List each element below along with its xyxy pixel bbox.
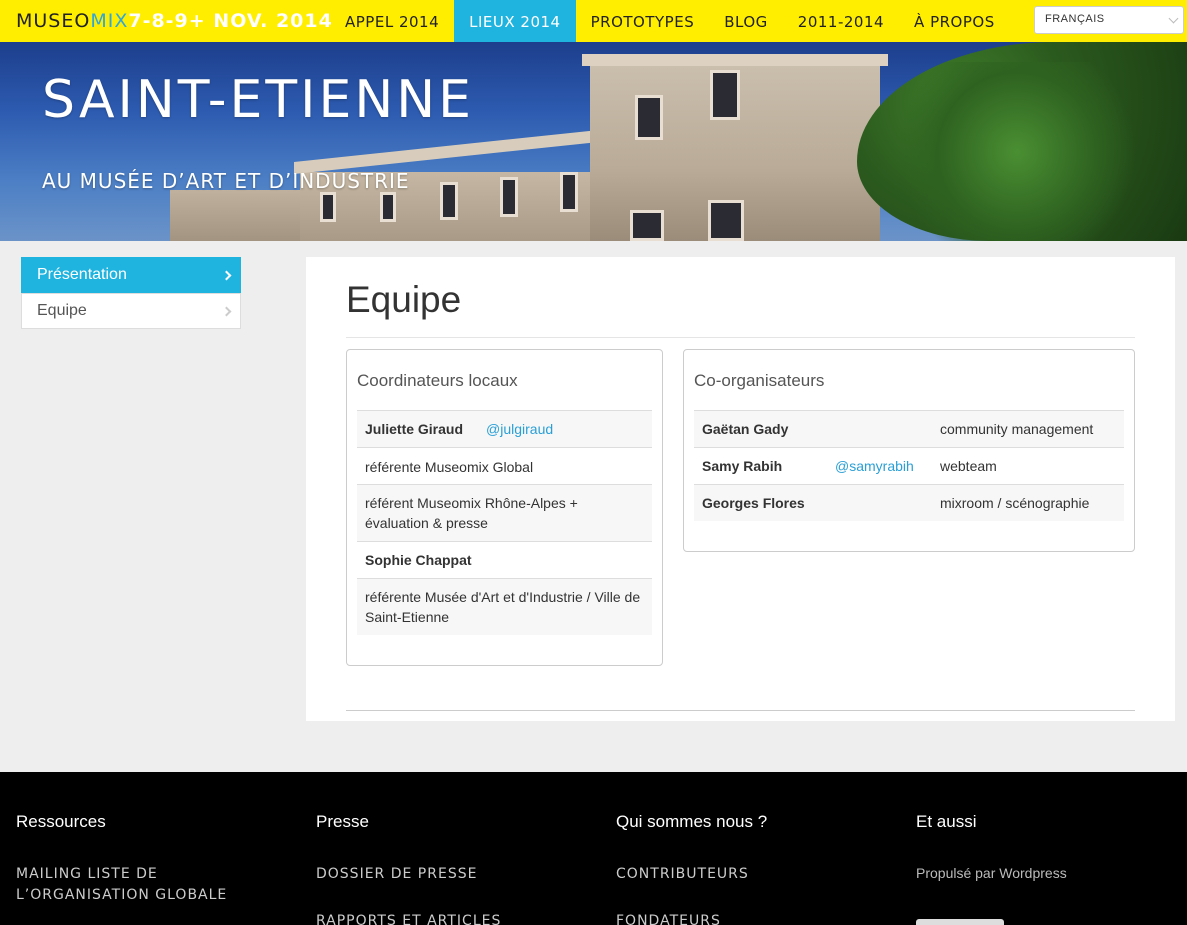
role-text: référente Musée d'Art et d'Industrie / V… (365, 589, 641, 625)
person-name: Gaëtan Gady (702, 421, 789, 437)
role-text: référent Museomix Rhône-Alpes + évaluati… (365, 495, 578, 531)
nav-blog[interactable]: BLOG (709, 0, 783, 42)
hero-subtitle: AU MUSÉE D’ART ET D’INDUSTRIE (42, 169, 410, 193)
chevron-right-icon (221, 306, 232, 317)
chevron-right-icon (221, 270, 232, 281)
divider (346, 337, 1135, 338)
role-text: community management (940, 421, 1094, 437)
footer-link-contributeurs[interactable]: CONTRIBUTEURS (616, 864, 876, 885)
footer-link-rapports[interactable]: RAPPORTS ET ARTICLES (316, 913, 576, 925)
chevron-down-icon (1168, 13, 1179, 24)
logo-dates: 7-8-9+ NOV. 2014 (128, 10, 333, 32)
sidebar-item-label: Equipe (37, 302, 87, 319)
footer-column-presse: Presse DOSSIER DE PRESSE RAPPORTS ET ART… (316, 812, 576, 925)
person-name: Sophie Chappat (365, 552, 472, 568)
coorganizers-table: Gaëtan Gady community management Samy Ra… (694, 410, 1124, 521)
sidebar-item-label: Présentation (37, 266, 127, 283)
hero-title: SAINT-ETIENNE (42, 70, 474, 130)
table-row: référent Museomix Rhône-Alpes + évaluati… (357, 484, 652, 541)
person-name: Samy Rabih (702, 458, 783, 474)
table-row: référente Museomix Global (357, 447, 652, 484)
site-footer: Ressources MAILING LISTE DE L’ORGANISATI… (0, 772, 1187, 925)
table-row: Samy Rabih @samyrabih webteam (694, 447, 1124, 484)
table-row: Gaëtan Gady community management (694, 410, 1124, 447)
footer-link-dossier-presse[interactable]: DOSSIER DE PRESSE (316, 864, 576, 885)
coordinators-panel: Coordinateurs locaux Juliette Giraud @ju… (346, 349, 663, 666)
panel-title: Coordinateurs locaux (357, 371, 518, 390)
person-name: Georges Flores (702, 495, 805, 511)
table-row: Georges Flores mixroom / scénographie (694, 484, 1124, 521)
page-title: Equipe (346, 279, 462, 320)
role-text: webteam (940, 458, 997, 474)
sidebar-item-equipe[interactable]: Equipe (21, 293, 241, 329)
footer-link-mailing-list[interactable]: MAILING LISTE DE L’ORGANISATION GLOBALE (16, 864, 276, 906)
main-nav: APPEL 2014 LIEUX 2014 PROTOTYPES BLOG 20… (330, 0, 1010, 42)
footer-column-et-aussi: Et aussi Propulsé par Wordpress (916, 812, 1176, 925)
footer-link-fondateurs[interactable]: FONDATEURS (616, 913, 876, 925)
role-text: référente Museomix Global (365, 459, 534, 475)
logo-museo: MUSEO (16, 10, 91, 32)
nav-lieux-2014[interactable]: LIEUX 2014 (454, 0, 576, 42)
logo-mix: MIX (90, 10, 129, 32)
site-logo[interactable]: MUSEO MIX 7-8-9+ NOV. 2014 (16, 10, 333, 32)
footer-heading: Et aussi (916, 812, 977, 831)
twitter-handle-link[interactable]: @julgiraud (486, 421, 553, 437)
language-select-value: FRANÇAIS (1045, 13, 1105, 25)
divider (346, 710, 1135, 711)
table-row: Juliette Giraud @julgiraud (357, 410, 652, 447)
role-text: mixroom / scénographie (940, 495, 1090, 511)
footer-column-ressources: Ressources MAILING LISTE DE L’ORGANISATI… (16, 812, 276, 906)
coordinators-table: Juliette Giraud @julgiraud référente Mus… (357, 410, 652, 635)
person-name: Juliette Giraud (365, 421, 464, 437)
nav-appel-2014[interactable]: APPEL 2014 (330, 0, 454, 42)
footer-column-qui-sommes-nous: Qui sommes nous ? CONTRIBUTEURS FONDATEU… (616, 812, 876, 925)
panel-title: Co-organisateurs (694, 371, 825, 390)
twitter-handle-link[interactable]: @samyrabih (835, 458, 914, 474)
language-select[interactable]: FRANÇAIS (1034, 6, 1184, 34)
nav-2011-2014[interactable]: 2011-2014 (783, 0, 899, 42)
sidebar-item-presentation[interactable]: Présentation (21, 257, 241, 293)
table-row: référente Musée d'Art et d'Industrie / V… (357, 578, 652, 635)
top-bar: MUSEO MIX 7-8-9+ NOV. 2014 APPEL 2014 LIEU… (0, 0, 1187, 42)
coorganizers-panel: Co-organisateurs Gaëtan Gady community m… (683, 349, 1135, 552)
main-content: Equipe Coordinateurs locaux Juliette Gir… (306, 257, 1175, 721)
nav-a-propos[interactable]: À PROPOS (899, 0, 1010, 42)
table-row: Sophie Chappat (357, 541, 652, 578)
footer-heading: Qui sommes nous ? (616, 812, 768, 831)
footer-heading: Ressources (16, 812, 106, 831)
nav-prototypes[interactable]: PROTOTYPES (576, 0, 710, 42)
hero-banner: SAINT-ETIENNE AU MUSÉE D’ART ET D’INDUST… (0, 42, 1187, 241)
footer-badge[interactable] (916, 919, 1004, 925)
footer-powered-by: Propulsé par Wordpress (916, 865, 1067, 881)
footer-heading: Presse (316, 812, 369, 831)
section-sidebar: Présentation Equipe (21, 257, 241, 329)
